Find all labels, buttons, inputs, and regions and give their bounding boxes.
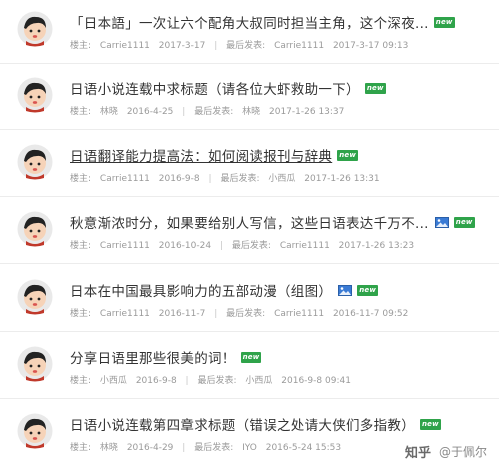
avatar-icon[interactable] [17,11,53,47]
owner-label: 楼主: [70,376,92,386]
thread-row: 分享日语里那些很美的词！ new 楼主: 小西瓜 2016-9-8 | 最后发表… [0,335,499,399]
last-author-link[interactable]: 林晓 [242,107,260,117]
last-reply-label: 最后发表: [220,174,260,184]
thread-row: 日本在中国最具影响力的五部动漫（组图） new 楼主: Carrie1111 2… [0,268,499,332]
last-reply-label: 最后发表: [226,41,266,51]
last-reply-time: 2016-11-7 09:52 [332,309,409,319]
new-badge: new [420,418,441,430]
last-reply-time: 2017-3-17 09:13 [332,41,409,51]
last-reply-label: 最后发表: [194,443,234,453]
avatar-icon[interactable] [17,346,53,382]
thread-row: 日语小说连载中求标题（请各位大虾救助一下） new 楼主: 林晓 2016-4-… [0,66,499,130]
last-reply-label: 最后发表: [197,376,237,386]
separator: | [182,443,186,453]
thread-meta: 楼主: Carrie1111 2016-11-7 | 最后发表: Carrie1… [70,306,408,319]
new-badge: new [357,284,379,296]
last-reply-label: 最后发表: [194,107,234,117]
post-date: 2017-3-17 [158,41,206,51]
last-reply-time: 2017-1-26 13:37 [269,107,345,117]
thread-title-link[interactable]: 日语翻译能力提高法：如何阅读报刊与辞典 [70,145,332,165]
last-author-link[interactable]: Carrie1111 [274,41,324,51]
author-link[interactable]: Carrie1111 [100,41,150,51]
author-link[interactable]: Carrie1111 [100,309,150,319]
separator: | [214,41,218,51]
post-date: 2016-4-25 [126,107,174,117]
new-badge: new [337,149,359,161]
new-badge: new [453,216,475,228]
new-badge: new [433,16,455,28]
thread-meta: 楼主: Carrie1111 2016-10-24 | 最后发表: Carrie… [70,238,414,251]
separator: | [219,241,224,251]
thread-title-link[interactable]: 「日本語」一次让六个配角大叔同时担当主角，这个深夜... [70,12,429,32]
author-link[interactable]: Carrie1111 [100,174,150,184]
post-date: 2016-9-8 [158,174,200,184]
watermark-user: @于佩尔 [438,445,487,459]
last-author-link[interactable]: IYO [242,443,257,453]
author-link[interactable]: 林晓 [100,107,118,117]
last-reply-time: 2016-5-24 15:53 [265,443,342,453]
post-date: 2016-11-7 [158,309,206,319]
thread-row: 日语翻译能力提高法：如何阅读报刊与辞典 new 楼主: Carrie1111 2… [0,133,499,197]
avatar-icon[interactable] [17,144,53,180]
owner-label: 楼主: [70,174,92,184]
owner-label: 楼主: [70,309,92,319]
avatar-icon[interactable] [17,279,53,315]
last-reply-time: 2017-1-26 13:31 [304,174,380,184]
post-date: 2016-4-29 [126,443,174,453]
thread-row: 秋意渐浓时分，如果要给别人写信，这些日语表达千万不... new 楼主: Car… [0,200,499,264]
author-link[interactable]: 小西瓜 [100,376,127,386]
author-link[interactable]: 林晓 [100,443,118,453]
watermark-brand: 知乎 [404,446,431,461]
owner-label: 楼主: [70,241,92,251]
owner-label: 楼主: [70,41,92,51]
last-author-link[interactable]: Carrie1111 [280,241,330,251]
image-attachment-icon [434,216,449,228]
separator: | [182,107,186,117]
thread-title-link[interactable]: 分享日语里那些很美的词！ [70,347,236,367]
post-date: 2016-10-24 [158,241,212,251]
thread-meta: 楼主: 林晓 2016-4-29 | 最后发表: IYO 2016-5-24 1… [70,440,341,453]
last-reply-time: 2016-9-8 09:41 [281,376,351,386]
thread-meta: 楼主: Carrie1111 2016-9-8 | 最后发表: 小西瓜 2017… [70,171,380,184]
owner-label: 楼主: [70,443,92,453]
last-reply-label: 最后发表: [226,309,266,319]
thread-title-link[interactable]: 日本在中国最具影响力的五部动漫（组图） [70,280,332,300]
avatar-icon[interactable] [17,77,53,113]
image-attachment-icon [338,284,353,296]
last-reply-label: 最后发表: [231,241,271,251]
separator: | [214,309,218,319]
separator: | [185,376,189,386]
thread-row: 「日本語」一次让六个配角大叔同时担当主角，这个深夜... new 楼主: Car… [0,0,499,64]
last-author-link[interactable]: 小西瓜 [268,174,295,184]
last-author-link[interactable]: 小西瓜 [245,376,272,386]
zhihu-watermark: 知乎 @于佩尔 [405,442,487,461]
last-author-link[interactable]: Carrie1111 [274,309,324,319]
separator: | [208,174,212,184]
author-link[interactable]: Carrie1111 [100,241,150,251]
thread-meta: 楼主: 小西瓜 2016-9-8 | 最后发表: 小西瓜 2016-9-8 09… [70,373,351,386]
thread-meta: 楼主: Carrie1111 2017-3-17 | 最后发表: Carrie1… [70,38,408,51]
new-badge: new [240,351,262,363]
thread-meta: 楼主: 林晓 2016-4-25 | 最后发表: 林晓 2017-1-26 13… [70,104,344,117]
avatar-icon[interactable] [17,413,53,449]
new-badge: new [364,82,386,94]
thread-title-link[interactable]: 日语小说连载中求标题（请各位大虾救助一下） [70,78,360,98]
thread-title-link[interactable]: 秋意渐浓时分，如果要给别人写信，这些日语表达千万不... [70,212,429,232]
avatar-icon[interactable] [17,211,53,247]
thread-title-link[interactable]: 日语小说连载第四章求标题（错误之处请大侠们多指教） [70,414,415,434]
last-reply-time: 2017-1-26 13:23 [338,241,415,251]
owner-label: 楼主: [70,107,92,117]
post-date: 2016-9-8 [135,376,177,386]
